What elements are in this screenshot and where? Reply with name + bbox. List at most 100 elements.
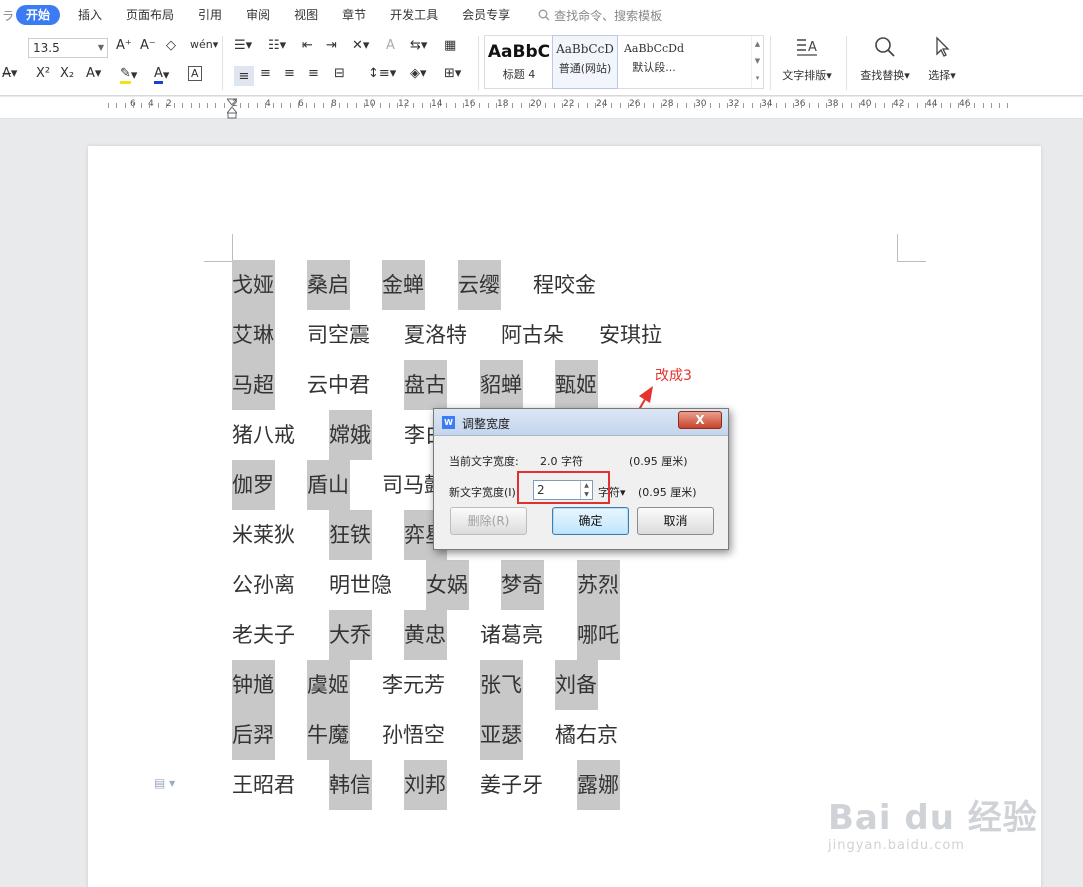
- name-cell[interactable]: 马超: [232, 360, 275, 410]
- name-cell[interactable]: 桑启: [307, 260, 350, 310]
- name-cell[interactable]: 李元芳: [382, 660, 445, 710]
- name-cell[interactable]: 盘古: [404, 360, 447, 410]
- style-gallery-scroll[interactable]: ▲ ▼ ▾: [751, 36, 763, 88]
- style-normal-web[interactable]: AaBbCcD 普通(网站): [552, 35, 618, 89]
- name-cell[interactable]: 司空震: [307, 310, 370, 360]
- name-cell[interactable]: 嫦娥: [329, 410, 372, 460]
- select-button[interactable]: 选择▾: [920, 36, 964, 83]
- name-cell[interactable]: 云中君: [307, 360, 370, 410]
- name-cell[interactable]: 诸葛亮: [480, 610, 543, 660]
- name-cell[interactable]: 牛魔: [307, 710, 350, 760]
- ok-button[interactable]: 确定: [552, 507, 629, 535]
- name-cell[interactable]: 孙悟空: [382, 710, 445, 760]
- name-cell[interactable]: 橘右京: [555, 710, 618, 760]
- tab-member[interactable]: 会员专享: [450, 0, 522, 30]
- name-cell[interactable]: 安琪拉: [599, 310, 662, 360]
- delete-button[interactable]: 删除(R): [450, 507, 527, 535]
- name-cell[interactable]: 伽罗: [232, 460, 275, 510]
- font-size-select[interactable]: 13.5 ▼: [28, 38, 108, 58]
- char-border-icon[interactable]: A: [188, 66, 202, 81]
- cancel-button[interactable]: 取消: [637, 507, 714, 535]
- clear-format-icon[interactable]: ◇: [166, 38, 176, 53]
- name-cell[interactable]: 王昭君: [232, 760, 295, 810]
- name-cell[interactable]: 大乔: [329, 610, 372, 660]
- tab-view[interactable]: 视图: [282, 0, 330, 30]
- name-cell[interactable]: 戈娅: [232, 260, 275, 310]
- name-cell[interactable]: 姜子牙: [480, 760, 543, 810]
- tab-developer[interactable]: 开发工具: [378, 0, 450, 30]
- distributed-align-icon[interactable]: ⊟: [334, 66, 345, 81]
- tab-references[interactable]: 引用: [186, 0, 234, 30]
- align-right-icon[interactable]: ≡: [284, 66, 295, 81]
- style-heading-4[interactable]: AaBbC 标题 4: [487, 36, 551, 88]
- name-cell[interactable]: 狂铁: [329, 510, 372, 560]
- chinese-layout-icon[interactable]: ✕▾: [352, 38, 369, 53]
- strikethrough-icon[interactable]: A̶▾: [2, 66, 17, 81]
- name-cell[interactable]: 明世隐: [329, 560, 392, 610]
- ruler-tick: [636, 103, 637, 108]
- align-left-icon[interactable]: ≡: [234, 66, 254, 86]
- document-map-icon[interactable]: ▤ ▾: [154, 776, 175, 790]
- show-marks-icon[interactable]: ▦: [444, 38, 456, 53]
- name-cell[interactable]: 哪吒: [577, 610, 620, 660]
- find-replace-button[interactable]: 查找替换▾: [854, 36, 916, 83]
- line-spacing-icon[interactable]: ↕≡▾: [368, 66, 396, 81]
- name-cell[interactable]: 老夫子: [232, 610, 295, 660]
- text-effect-icon[interactable]: A▾: [86, 66, 101, 81]
- phonetic-guide-icon[interactable]: wén▾: [190, 38, 218, 51]
- name-cell[interactable]: 虞姬: [307, 660, 350, 710]
- justify-icon[interactable]: ≡: [308, 66, 319, 81]
- style-default-paragraph[interactable]: AaBbCcDd 默认段...: [619, 36, 689, 88]
- name-cell[interactable]: 艾琳: [232, 310, 275, 360]
- name-cell[interactable]: 钟馗: [232, 660, 275, 710]
- name-cell[interactable]: 甄姬: [555, 360, 598, 410]
- dialog-title-bar[interactable]: W 调整宽度 X: [434, 409, 728, 436]
- tab-review[interactable]: 审阅: [234, 0, 282, 30]
- decrease-indent-icon[interactable]: ⇤: [302, 38, 313, 53]
- name-cell[interactable]: 女娲: [426, 560, 469, 610]
- tab-page-layout[interactable]: 页面布局: [114, 0, 186, 30]
- name-cell[interactable]: 阿古朵: [501, 310, 564, 360]
- highlight-color-icon[interactable]: ✎ ▾: [120, 66, 137, 84]
- name-cell[interactable]: 云缨: [458, 260, 501, 310]
- text-layout-button[interactable]: A 文字排版▾: [776, 36, 838, 83]
- increase-indent-icon[interactable]: ⇥: [326, 38, 337, 53]
- name-cell[interactable]: 梦奇: [501, 560, 544, 610]
- shrink-font-icon[interactable]: A⁻: [140, 38, 156, 53]
- superscript-icon[interactable]: X²: [36, 66, 50, 81]
- name-cell[interactable]: 露娜: [577, 760, 620, 810]
- name-cell[interactable]: 程咬金: [533, 260, 596, 310]
- align-center-icon[interactable]: ≡: [260, 66, 271, 81]
- name-cell[interactable]: 张飞: [480, 660, 523, 710]
- horizontal-ruler[interactable]: 6422468101214161820222426283032343638404…: [0, 97, 1083, 119]
- name-cell[interactable]: 后羿: [232, 710, 275, 760]
- name-cell[interactable]: 米莱狄: [232, 510, 295, 560]
- command-search[interactable]: 查找命令、搜索模板: [538, 7, 662, 24]
- shading-icon[interactable]: ◈▾: [410, 66, 427, 81]
- font-color-icon[interactable]: A ▾: [154, 66, 169, 84]
- tab-home[interactable]: 开始: [16, 5, 61, 25]
- name-cell[interactable]: 猪八戒: [232, 410, 295, 460]
- name-cell[interactable]: 貂蝉: [480, 360, 523, 410]
- text-direction-icon[interactable]: A: [386, 38, 395, 53]
- sort-icon[interactable]: ⇆▾: [410, 38, 427, 53]
- name-cell[interactable]: 刘备: [555, 660, 598, 710]
- name-cell[interactable]: 苏烈: [577, 560, 620, 610]
- tab-section[interactable]: 章节: [330, 0, 378, 30]
- borders-icon[interactable]: ⊞▾: [444, 66, 461, 81]
- name-cell[interactable]: 盾山: [307, 460, 350, 510]
- subscript-icon[interactable]: X₂: [60, 66, 74, 81]
- name-cell[interactable]: 刘邦: [404, 760, 447, 810]
- name-cell[interactable]: 亚瑟: [480, 710, 523, 760]
- name-cell[interactable]: 黄忠: [404, 610, 447, 660]
- name-cell[interactable]: 韩信: [329, 760, 372, 810]
- grow-font-icon[interactable]: A⁺: [116, 38, 132, 53]
- ruler-tick: [743, 103, 744, 108]
- tab-insert[interactable]: 插入: [66, 0, 114, 30]
- bullet-list-icon[interactable]: ☰▾: [234, 38, 252, 53]
- name-cell[interactable]: 夏洛特: [404, 310, 467, 360]
- name-cell[interactable]: 金蝉: [382, 260, 425, 310]
- close-button[interactable]: X: [678, 411, 722, 429]
- numbered-list-icon[interactable]: ☷▾: [268, 38, 286, 53]
- name-cell[interactable]: 公孙离: [232, 560, 295, 610]
